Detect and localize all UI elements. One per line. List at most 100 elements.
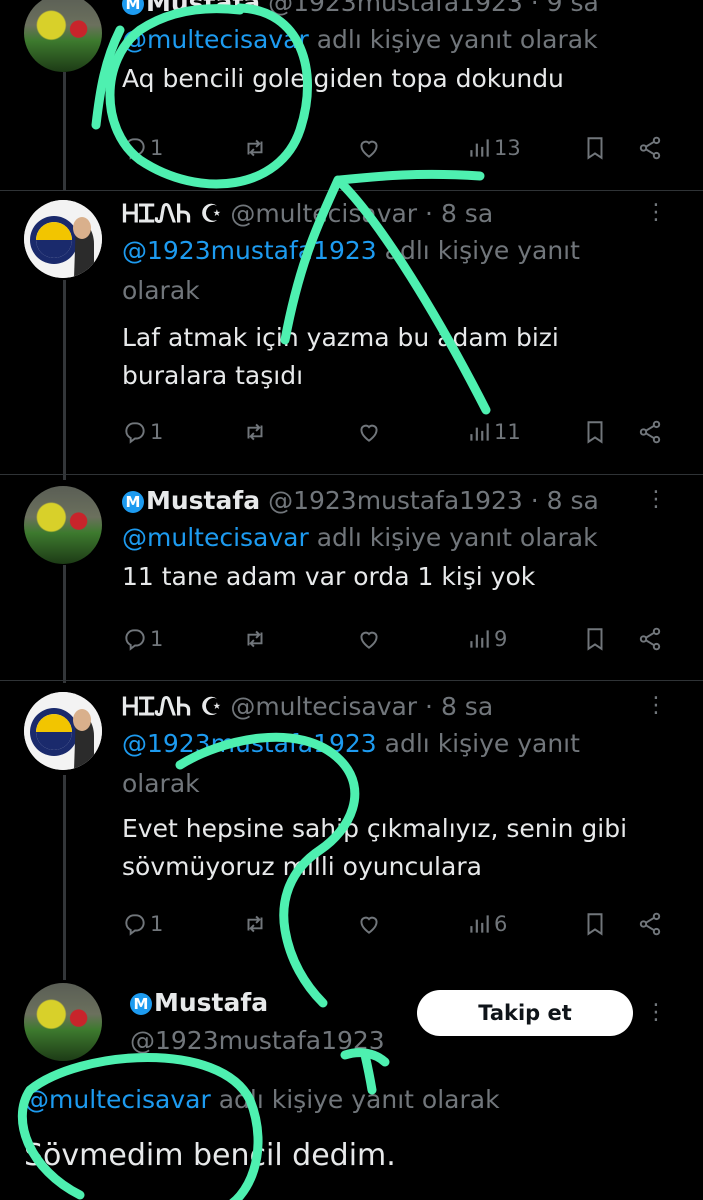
author-name[interactable]: Mustafa — [154, 988, 268, 1017]
bookmark-icon — [587, 137, 603, 160]
bookmark-icon — [587, 421, 603, 444]
timestamp[interactable]: · 8 sa — [425, 692, 493, 721]
reply-context: @1923mustafa1923 adlı kişiye yanıt — [122, 236, 580, 265]
tweet[interactable]: M Mustafa @1923mustafa1923 · 8 sa @multec… — [122, 484, 703, 596]
bookmark-icon — [587, 628, 603, 651]
views-button[interactable]: 13 — [466, 131, 521, 165]
thread-line — [63, 775, 66, 980]
bookmark-button[interactable] — [582, 131, 608, 165]
tweet-actions: 1 13 — [122, 131, 672, 165]
like-button[interactable] — [356, 131, 382, 165]
reply-context: @multecisavar adlı kişiye yanıt olarak — [122, 25, 598, 54]
tweet-text: Evet hepsine sahip çıkmalıyız, senin gib… — [122, 814, 628, 881]
avatar[interactable] — [24, 200, 102, 278]
views-button[interactable]: 9 — [466, 622, 507, 656]
bookmark-button[interactable] — [582, 415, 608, 449]
reply-icon — [125, 138, 145, 160]
reply-button[interactable]: 1 — [122, 622, 163, 656]
follow-button[interactable]: Takip et — [417, 990, 633, 1036]
heart-icon — [360, 631, 378, 649]
share-button[interactable] — [637, 907, 663, 941]
thread-line — [63, 565, 66, 683]
retweet-button[interactable] — [242, 131, 268, 165]
timestamp[interactable]: · 8 sa — [531, 486, 599, 515]
divider — [0, 680, 703, 681]
views-icon — [470, 423, 489, 441]
author-name[interactable]: Mustafa — [146, 486, 260, 515]
tweet[interactable]: ᎻᏆᏁᏂ ☪ @multecisavar · 8 sa @1923mustafa… — [122, 690, 703, 886]
retweet-button[interactable] — [242, 622, 268, 656]
author-handle[interactable]: @1923mustafa1923 — [268, 486, 523, 515]
views-button[interactable]: 6 — [466, 907, 507, 941]
tweet-text: Laf atmak için yazma bu adam bizi buralar… — [122, 323, 559, 390]
mention-link[interactable]: @1923mustafa1923 — [122, 236, 377, 265]
avatar[interactable] — [24, 692, 102, 770]
like-button[interactable] — [356, 907, 382, 941]
timestamp[interactable]: · 9 sa — [531, 0, 599, 17]
fenerbahce-logo-icon — [24, 200, 102, 278]
share-icon — [639, 627, 661, 651]
views-button[interactable]: 11 — [466, 415, 521, 449]
avatar[interactable] — [24, 486, 102, 564]
retweet-button[interactable] — [242, 907, 268, 941]
more-options-icon[interactable]: ⋮ — [645, 1000, 667, 1025]
like-button[interactable] — [356, 415, 382, 449]
heart-icon — [360, 424, 378, 442]
fenerbahce-logo-icon — [24, 692, 102, 770]
tweet-text: Aq bencili gole giden topa dokundu — [122, 64, 564, 93]
author-name[interactable]: ᎻᏆᏁᏂ ☪ — [122, 199, 222, 228]
author-handle[interactable]: @1923mustafa1923 — [268, 0, 523, 17]
author-handle[interactable]: @multecisavar — [230, 692, 417, 721]
mention-link[interactable]: @multecisavar — [24, 1085, 211, 1114]
tweet[interactable]: M Mustafa @1923mustafa1923 · 9 sa @multec… — [122, 0, 703, 98]
views-icon — [470, 915, 489, 933]
share-button[interactable] — [637, 131, 663, 165]
tweet-text: Sövmedim bencil dedim. — [24, 1138, 396, 1173]
more-options-icon[interactable]: ⋮ — [645, 487, 667, 512]
mention-link[interactable]: @1923mustafa1923 — [122, 729, 377, 758]
retweet-button[interactable] — [242, 415, 268, 449]
avatar[interactable] — [24, 0, 102, 72]
thread-line — [63, 72, 66, 190]
bookmark-button[interactable] — [582, 907, 608, 941]
mention-link[interactable]: @multecisavar — [122, 25, 309, 54]
reply-context: @multecisavar adlı kişiye yanıt olarak — [24, 1085, 500, 1114]
tweet-actions: 1 6 — [122, 907, 672, 941]
verified-icon: M — [130, 993, 152, 1015]
share-button[interactable] — [637, 415, 663, 449]
bookmark-button[interactable] — [582, 622, 608, 656]
reply-button[interactable]: 1 — [122, 415, 163, 449]
reply-button[interactable]: 1 — [122, 131, 163, 165]
views-icon — [470, 139, 489, 157]
main-tweet: @multecisavar adlı kişiye yanıt olarak S… — [24, 1080, 703, 1180]
more-options-icon[interactable]: ⋮ — [645, 200, 667, 225]
heart-icon — [360, 916, 378, 934]
retweet-icon — [247, 915, 263, 933]
heart-icon — [360, 140, 378, 158]
more-options-icon[interactable]: ⋮ — [645, 693, 667, 718]
like-button[interactable] — [356, 622, 382, 656]
verified-icon: M — [122, 0, 144, 15]
retweet-icon — [247, 630, 263, 648]
author-name[interactable]: ᎻᏆᏁᏂ ☪ — [122, 692, 222, 721]
reply-button[interactable]: 1 — [122, 907, 163, 941]
divider — [0, 190, 703, 191]
share-icon — [639, 420, 661, 444]
share-icon — [639, 136, 661, 160]
share-button[interactable] — [637, 622, 663, 656]
reply-icon — [125, 422, 145, 444]
tweet[interactable]: ᎻᏆᏁᏂ ☪ @multecisavar · 8 sa @1923mustafa… — [122, 197, 703, 395]
tweet-actions: 1 11 — [122, 415, 672, 449]
reply-context: @multecisavar adlı kişiye yanıt olarak — [122, 523, 598, 552]
retweet-icon — [247, 139, 263, 157]
timestamp[interactable]: · 8 sa — [425, 199, 493, 228]
views-icon — [470, 630, 489, 648]
avatar[interactable] — [24, 983, 102, 1061]
thread-line — [63, 280, 66, 480]
mention-link[interactable]: @multecisavar — [122, 523, 309, 552]
reply-icon — [125, 914, 145, 936]
share-icon — [639, 912, 661, 936]
retweet-icon — [247, 423, 263, 441]
author-handle[interactable]: @multecisavar — [230, 199, 417, 228]
author-name[interactable]: Mustafa — [146, 0, 260, 17]
